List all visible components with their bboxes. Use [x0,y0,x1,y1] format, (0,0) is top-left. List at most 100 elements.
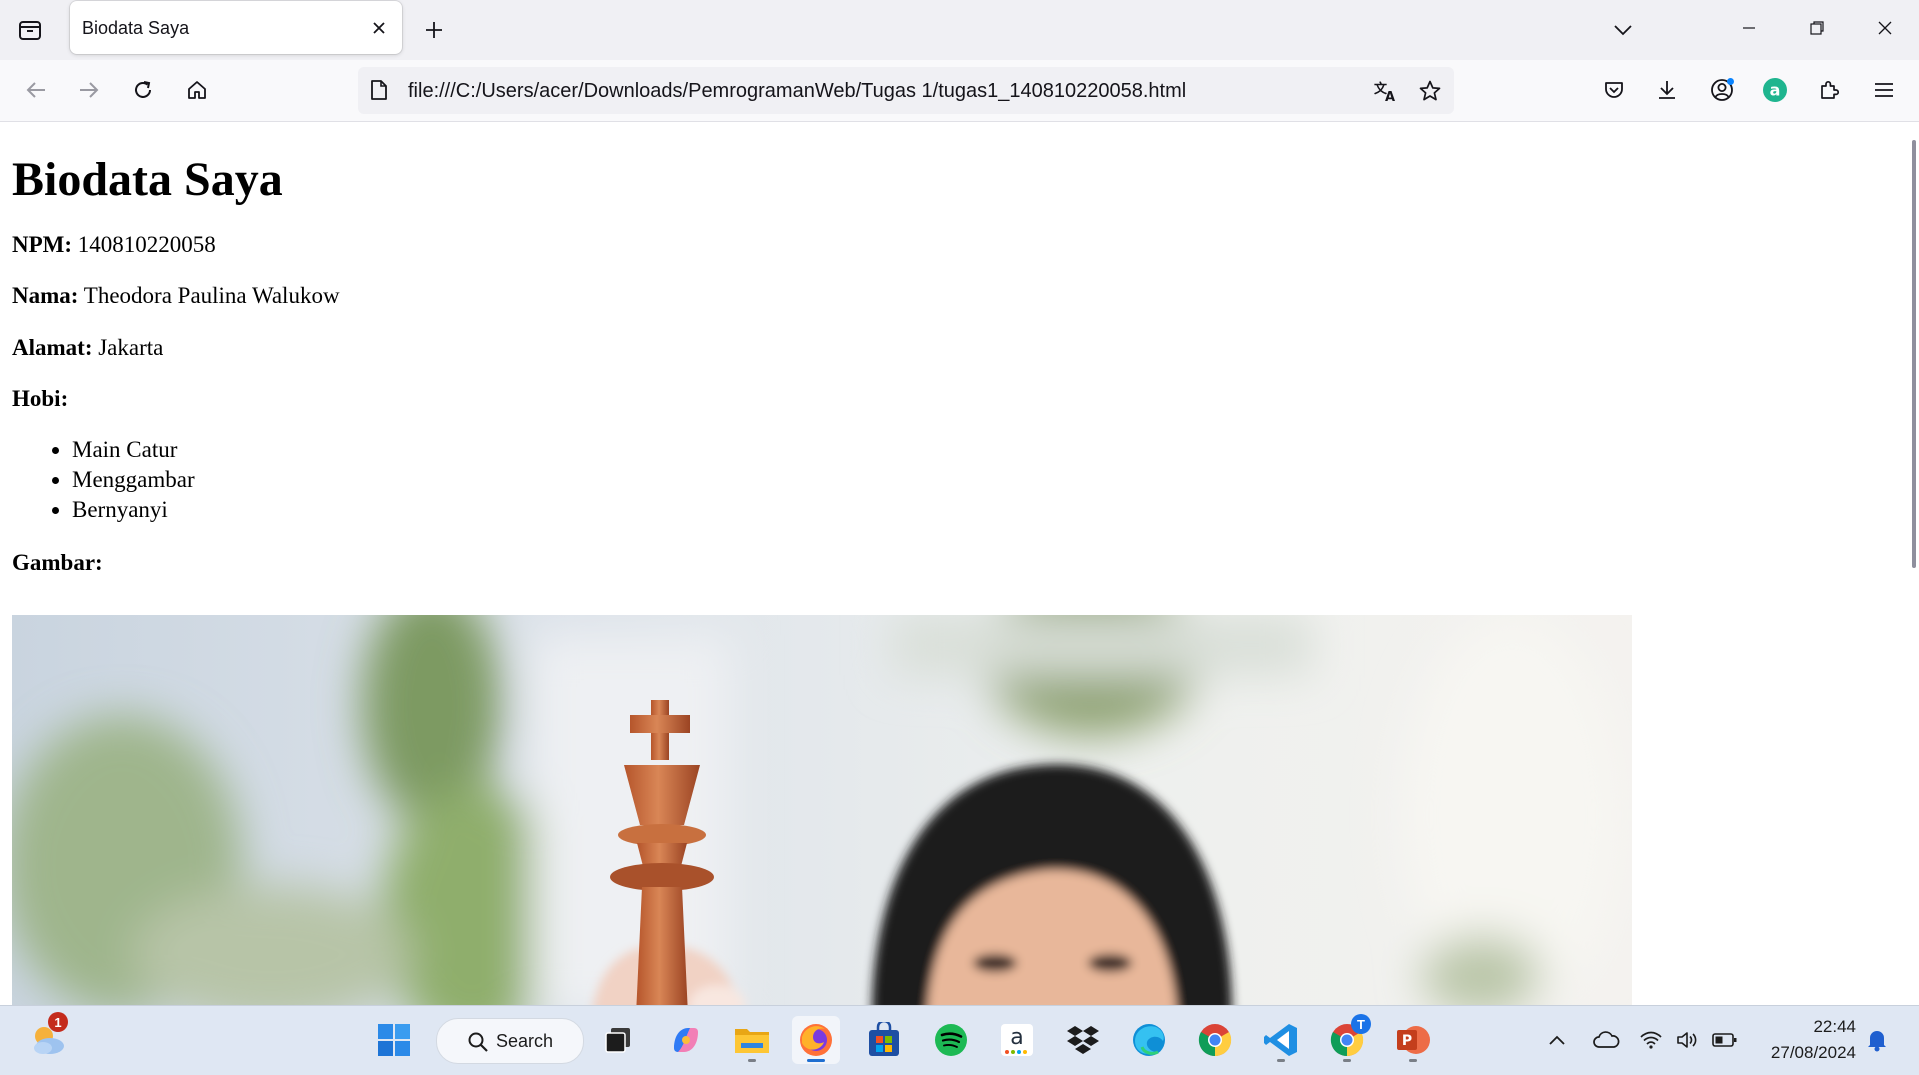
tab-list-button[interactable] [14,14,46,46]
chrome-profile-button[interactable]: T [1323,1014,1371,1064]
reload-button[interactable] [125,72,161,108]
downloads-button[interactable] [1649,72,1685,108]
extensions-button[interactable] [1812,72,1848,108]
bookmark-star-button[interactable] [1414,75,1446,107]
tab-list-icon [19,21,41,40]
copilot-button[interactable] [662,1016,710,1064]
list-all-tabs-button[interactable] [1605,14,1641,46]
npm-label: NPM: [12,231,73,257]
page-heading: Biodata Saya [12,153,283,206]
address-bar[interactable]: file:///C:/Users/acer/Downloads/Pemrogra… [358,67,1454,114]
firefox-button[interactable] [792,1016,840,1064]
npm-field: NPM: 140810220058 [12,232,1892,258]
back-button[interactable] [18,72,54,108]
microsoft-store-button[interactable] [860,1016,908,1064]
start-button[interactable] [370,1016,418,1064]
gambar-field: Gambar: [12,550,1892,576]
hobi-field: Hobi: [12,386,1892,412]
clock-time: 22:44 [1813,1017,1856,1036]
npm-value: 140810220058 [77,231,216,257]
close-window-button[interactable] [1858,0,1912,56]
task-view-icon [605,1028,630,1053]
windows-logo-icon [378,1024,410,1056]
dropbox-button[interactable] [1059,1016,1107,1064]
restore-button[interactable] [1790,0,1844,56]
puzzle-icon [1821,80,1840,99]
taskbar-search[interactable]: Search [436,1018,584,1064]
cloud-icon [1593,1031,1620,1048]
pocket-icon [1605,82,1623,98]
hobby-item: Bernyanyi [72,495,1892,525]
alamat-label: Alamat: [12,334,93,360]
close-icon [1878,21,1892,35]
star-icon [1419,80,1441,101]
svg-text:P: P [1402,1033,1412,1049]
home-button[interactable] [179,72,215,108]
edge-button[interactable] [1125,1016,1173,1064]
download-icon [1659,81,1675,99]
tab-biodata-saya[interactable]: Biodata Saya [70,1,402,54]
nama-field: Nama: Theodora Paulina Walukow [12,283,1892,309]
network-tray-button[interactable] [1634,1022,1668,1058]
vscode-button[interactable] [1257,1016,1305,1064]
page-icon [370,79,388,106]
spotify-icon [935,1024,967,1056]
plus-icon [426,22,442,38]
translate-button[interactable]: 文 A [1370,75,1402,107]
account-button[interactable] [1704,72,1740,108]
chevron-up-icon [1549,1035,1565,1045]
firefox-icon [800,1024,832,1056]
hobby-item: Main Catur [72,435,1892,465]
page-viewport: Biodata Saya NPM: 140810220058 Nama: The… [0,122,1919,1005]
hamburger-menu-icon [1875,83,1893,97]
file-explorer-button[interactable] [728,1016,776,1064]
nama-value: Theodora Paulina Walukow [83,283,340,309]
new-tab-button[interactable] [418,14,450,46]
speaker-icon [1677,1032,1697,1048]
chevron-down-icon [1614,25,1632,36]
alamat-field: Alamat: Jakarta [12,335,1892,361]
powerpoint-icon: P [1397,1026,1430,1054]
translate-icon: 文 A [1374,81,1395,103]
battery-tray-button[interactable] [1708,1022,1742,1058]
scrollbar-thumb[interactable] [1912,140,1916,568]
home-icon [188,81,206,99]
app-menu-button[interactable] [1866,72,1902,108]
battery-icon [1712,1033,1737,1047]
search-icon [468,1032,488,1052]
task-view-button[interactable] [594,1016,642,1064]
notifications-button[interactable] [1860,1022,1894,1058]
vertical-scrollbar[interactable] [1909,122,1919,1005]
chrome-profile-badge: T [1351,1014,1371,1034]
chrome-button[interactable] [1191,1016,1239,1064]
forward-button[interactable] [71,72,107,108]
extension-a-button[interactable]: a [1757,72,1793,108]
powerpoint-button[interactable]: P [1389,1016,1437,1064]
folder-icon [735,1029,769,1053]
amazon-button[interactable]: a [993,1016,1041,1064]
running-indicator [1277,1059,1285,1062]
account-icon [1711,78,1734,101]
alamat-value: Jakarta [98,334,164,360]
reload-icon [135,81,151,98]
tab-close-button[interactable] [366,15,392,41]
windows-taskbar: 1 Search a T P 22:44 27/08/2024 [0,1005,1919,1075]
forward-arrow-icon [80,82,99,98]
url-text[interactable]: file:///C:/Users/acer/Downloads/Pemrogra… [408,80,1186,103]
weather-widget[interactable]: 1 [24,1012,72,1064]
pocket-button[interactable] [1596,72,1632,108]
onedrive-tray-button[interactable] [1589,1022,1623,1058]
show-hidden-icons-button[interactable] [1540,1022,1574,1058]
hobby-list: Main Catur Menggambar Bernyanyi [12,435,1892,525]
tab-title: Biodata Saya [82,18,190,38]
spotify-button[interactable] [927,1016,975,1064]
hobby-item: Menggambar [72,465,1892,495]
copilot-icon [674,1028,698,1052]
clock[interactable]: 22:44 27/08/2024 [1752,1014,1856,1066]
minimize-button[interactable] [1722,0,1776,56]
close-icon [373,22,385,34]
volume-tray-button[interactable] [1671,1022,1705,1058]
profile-photo [12,615,1632,1005]
navigation-toolbar: file:///C:/Users/acer/Downloads/Pemrogra… [0,60,1919,122]
edge-icon [1133,1024,1165,1056]
